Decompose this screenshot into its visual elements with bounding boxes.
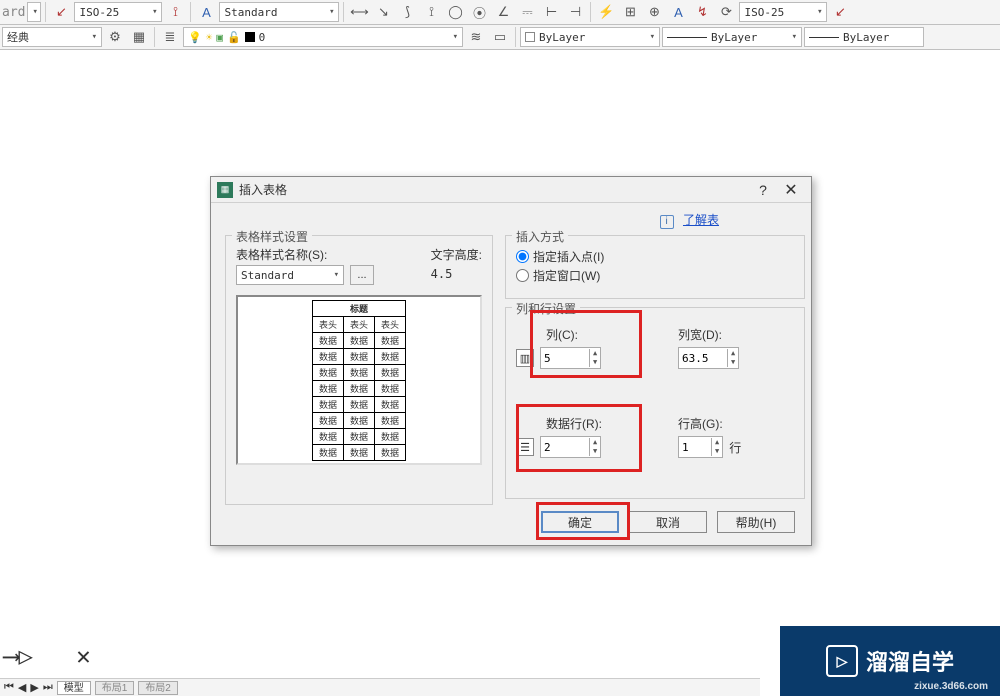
rowh-input[interactable]: ▲▼: [678, 436, 723, 458]
tolerance-icon[interactable]: ⊞: [619, 1, 641, 23]
dim-angle-icon[interactable]: ∠: [492, 1, 514, 23]
dim-dia-icon[interactable]: ⦿: [468, 1, 490, 23]
ok-button[interactable]: 确定: [541, 511, 619, 533]
tab-first-icon[interactable]: ⏮: [4, 681, 14, 694]
ws-settings-icon[interactable]: ⚙: [104, 26, 126, 48]
rows-input[interactable]: ▲▼: [540, 436, 601, 458]
cols-label: 列(C):: [546, 326, 646, 343]
watermark-text: 溜溜自学: [866, 645, 954, 677]
rowh-suffix: 行: [729, 439, 741, 456]
insert-method-group: 插入方式 指定插入点(I) 指定窗口(W): [505, 235, 805, 299]
dialog-titlebar: ▦ 插入表格 ? ✕: [211, 177, 811, 203]
tab-prev-icon[interactable]: ◀: [18, 681, 26, 694]
status-bar: ⏮ ◀ ▶ ⏭ 模型 布局1 布局2: [0, 678, 760, 696]
center-icon[interactable]: ⊕: [643, 1, 665, 23]
light-on-icon: 💡: [188, 31, 202, 44]
layer-iso-icon[interactable]: ▭: [489, 26, 511, 48]
app-icon: ▦: [217, 182, 233, 198]
insert-method-label: 插入方式: [512, 228, 568, 245]
help-icon[interactable]: ?: [749, 182, 777, 198]
dim-aligned-icon[interactable]: ↘: [372, 1, 394, 23]
help-button[interactable]: 帮助(H): [717, 511, 795, 533]
dimstyle-select[interactable]: ISO-25▾: [74, 2, 162, 22]
dd1[interactable]: ▾: [27, 2, 41, 22]
style-name-select[interactable]: Standard▾: [236, 265, 344, 285]
colw-input[interactable]: ▲▼: [678, 347, 739, 369]
dim-ord-icon[interactable]: ⟟: [420, 1, 442, 23]
tab-layout1[interactable]: 布局1: [95, 681, 135, 695]
dim-linear-icon[interactable]: ⟷: [348, 1, 370, 23]
watermark: ▷ 溜溜自学 zixue.3d66.com: [780, 626, 1000, 696]
layer-manager-icon[interactable]: ≣: [159, 26, 181, 48]
dim-edit-icon[interactable]: A: [667, 1, 689, 23]
toolbar-row-2: 经典▾ ⚙ ▦ ≣ 💡 ☀ ▣ 🔓 0 ▾ ≋ ▭ ByLayer▾ ByLay…: [0, 25, 1000, 50]
style-group-label: 表格样式设置: [232, 228, 312, 245]
lineweight-select[interactable]: ByLayer: [804, 27, 924, 47]
watermark-url: zixue.3d66.com: [914, 681, 988, 692]
style-group: 表格样式设置 表格样式名称(S): Standard▾ ... 文字高度: 4.…: [225, 235, 493, 505]
play-icon: ▷: [826, 645, 858, 677]
dim-tool[interactable]: ⟟: [164, 1, 186, 23]
rows-icon: ☰: [516, 438, 534, 456]
info-icon: i: [660, 215, 674, 229]
rowh-label: 行高(G):: [678, 415, 741, 432]
partial-label: ard: [2, 1, 25, 23]
dim-arc-icon[interactable]: ⟆: [396, 1, 418, 23]
ws-toolbar-icon[interactable]: ▦: [128, 26, 150, 48]
spin-up[interactable]: ▲: [590, 349, 600, 358]
tab-last-icon[interactable]: ⏭: [43, 681, 53, 694]
textstyle-select[interactable]: Standard▾: [219, 2, 339, 22]
color-select[interactable]: ByLayer▾: [520, 27, 660, 47]
dim-cont-icon[interactable]: ⊣: [564, 1, 586, 23]
col-row-group: 列和行设置 列(C): ▥ ▲▼ 列宽(D): ▲▼: [505, 307, 805, 499]
columns-icon: ▥: [516, 349, 534, 367]
cols-input[interactable]: ▲▼: [540, 347, 601, 369]
line-sample: [667, 37, 707, 38]
dim-radius-icon[interactable]: ◯: [444, 1, 466, 23]
dim-override-icon[interactable]: ↙: [829, 1, 851, 23]
dim-base-icon[interactable]: ⊢: [540, 1, 562, 23]
text-icon[interactable]: A: [195, 1, 217, 23]
text-height-value: 4.5: [431, 267, 482, 281]
tab-layout2[interactable]: 布局2: [138, 681, 178, 695]
colw-label: 列宽(D):: [678, 326, 739, 343]
spin-down[interactable]: ▼: [590, 358, 600, 367]
tab-model[interactable]: 模型: [57, 681, 91, 695]
lock-icon: 🔓: [227, 31, 241, 44]
dim-tedit-icon[interactable]: ↯: [691, 1, 713, 23]
dialog-title-text: 插入表格: [239, 181, 287, 198]
learn-more-link[interactable]: 了解表: [683, 213, 719, 227]
dim-update-icon[interactable]: ⟳: [715, 1, 737, 23]
freeze-icon: ▣: [216, 31, 223, 44]
close-icon[interactable]: ✕: [777, 180, 805, 200]
toolbar-row-1: ard ▾ ↙ ISO-25▾ ⟟ A Standard▾ ⟷ ↘ ⟆ ⟟ ◯ …: [0, 0, 1000, 25]
lw-sample: [809, 37, 839, 38]
cursor-arrow: ⟶▷ ✕: [4, 642, 91, 670]
linetype-select[interactable]: ByLayer▾: [662, 27, 802, 47]
rows-label: 数据行(R):: [546, 415, 646, 432]
radio-insert-point[interactable]: [516, 250, 529, 263]
text-height-label: 文字高度:: [431, 246, 482, 263]
dimstyle-select-2[interactable]: ISO-25▾: [739, 2, 827, 22]
insert-table-dialog: ▦ 插入表格 ? ✕ i 了解表 表格样式设置 表格样式名称(S): Stand…: [210, 176, 812, 546]
style-manage-button[interactable]: ...: [350, 265, 374, 285]
col-row-group-label: 列和行设置: [512, 300, 580, 317]
radio-window[interactable]: [516, 269, 529, 282]
layer-swatch: [245, 32, 255, 42]
leader-icon[interactable]: ⚡: [595, 1, 617, 23]
layer-select[interactable]: 💡 ☀ ▣ 🔓 0 ▾: [183, 27, 463, 47]
layer-states-icon[interactable]: ≋: [465, 26, 487, 48]
color-swatch: [525, 32, 535, 42]
command-area[interactable]: ⟶▷ ✕: [0, 630, 760, 670]
style-name-label: 表格样式名称(S):: [236, 246, 411, 263]
style-preview: 标题 表头表头表头 数据数据数据 数据数据数据 数据数据数据 数据数据数据 数据…: [236, 295, 482, 465]
preview-title: 标题: [312, 300, 405, 316]
dim-quick-icon[interactable]: ⎓: [516, 1, 538, 23]
cancel-button[interactable]: 取消: [629, 511, 707, 533]
sun-icon: ☀: [206, 31, 213, 44]
workspace-select[interactable]: 经典▾: [2, 27, 102, 47]
tab-next-icon[interactable]: ▶: [30, 681, 38, 694]
dim-icon[interactable]: ↙: [50, 1, 72, 23]
